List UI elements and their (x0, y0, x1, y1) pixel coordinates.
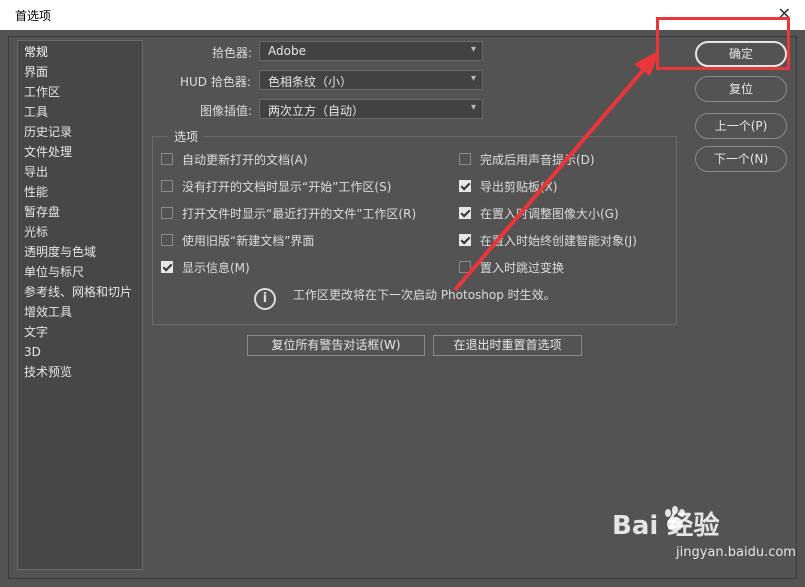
baidu-brand: Bai 经验 (612, 511, 720, 541)
annotation-arrow (453, 50, 660, 292)
baidu-url: jingyan.baidu.com (676, 545, 796, 560)
